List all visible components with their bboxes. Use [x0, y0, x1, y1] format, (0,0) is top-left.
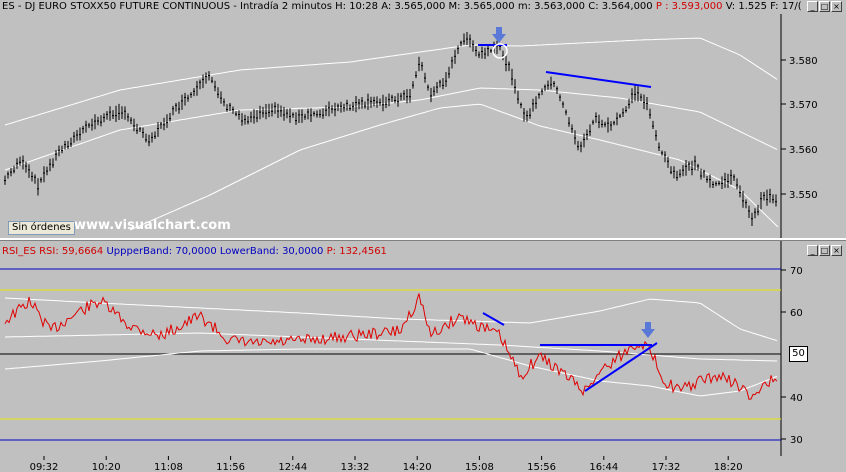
time-tick-label: 15:56	[527, 462, 556, 472]
rsi-panel[interactable]: 70 60 40 30 _ □ ×	[0, 240, 846, 457]
time-tick-label: 13:32	[341, 462, 370, 472]
rsi-chart-svg: 70 60 40 30	[0, 241, 803, 457]
rsi-current-badge: 50	[789, 346, 808, 362]
price-tick: 3.550	[789, 190, 818, 201]
rsi-tick: 60	[790, 308, 803, 319]
rsi-p-value: 132,4561	[339, 246, 387, 257]
time-tick-label: 15:08	[465, 462, 494, 472]
rsi-tick: 40	[790, 393, 803, 404]
rsi-trendline[interactable]	[584, 342, 658, 392]
price-tick: 3.570	[789, 100, 818, 111]
no-orders-button[interactable]: Sin órdenes	[8, 221, 75, 235]
price-tick: 3.580	[789, 56, 818, 67]
bollinger-band	[129, 103, 779, 231]
time-tick-label: 11:56	[216, 462, 245, 472]
time-tick-label: 10:20	[92, 462, 121, 472]
time-tick-label: 09:32	[30, 462, 59, 472]
rsi-trendline[interactable]	[482, 312, 505, 326]
rsi-tick: 70	[790, 266, 803, 277]
rsi-close-button[interactable]: ×	[831, 245, 842, 256]
price-tick: 3.560	[789, 145, 818, 156]
rsi-label: RSI:	[39, 246, 59, 257]
price-axis: 3.580 3.570 3.560 3.550	[781, 56, 818, 201]
time-tick-label: 14:20	[403, 462, 432, 472]
time-tick-label: 16:44	[589, 462, 618, 472]
down-arrow-icon	[641, 322, 655, 338]
price-chart-panel[interactable]: ES - DJ EURO STOXX50 FUTURE CONTINUOUS -…	[0, 0, 846, 240]
lower-band-value: 30,0000	[282, 246, 324, 257]
time-tick-label: 18:20	[714, 462, 743, 472]
upper-band-label: UppperBand:	[106, 246, 173, 257]
rsi-name: RSI_ES	[2, 246, 36, 257]
time-tick-label: 12:44	[278, 462, 307, 472]
rsi-p-label: P:	[326, 246, 337, 257]
rsi-band	[4, 332, 778, 362]
rsi-tick: 30	[790, 435, 803, 446]
time-axis: 09:32 10:20 11:08 11:56 12:44 13:32 14:20 15:08…	[0, 456, 846, 472]
price-chart-svg: 3.580 3.570 3.560 3.550	[4, 14, 818, 238]
bollinger-band	[4, 37, 778, 126]
lower-band-label: LowerBand:	[219, 246, 279, 257]
bollinger-band	[4, 87, 778, 171]
rsi-value: 59,6664	[61, 246, 104, 257]
down-arrow-icon	[492, 27, 506, 43]
watermark: www.visualchart.com	[74, 218, 231, 233]
time-tick-label: 11:08	[154, 462, 183, 472]
rsi-info-bar: RSI_ES RSI: 59,6664 UppperBand: 70,0000 …	[2, 245, 387, 258]
upper-band-value: 70,0000	[175, 246, 217, 257]
time-tick-label: 17:32	[652, 462, 681, 472]
rsi-maximize-button[interactable]: □	[819, 245, 830, 256]
rsi-minimize-button[interactable]: _	[807, 245, 818, 256]
rsi-line	[4, 293, 778, 400]
price-trendline[interactable]	[545, 71, 652, 88]
